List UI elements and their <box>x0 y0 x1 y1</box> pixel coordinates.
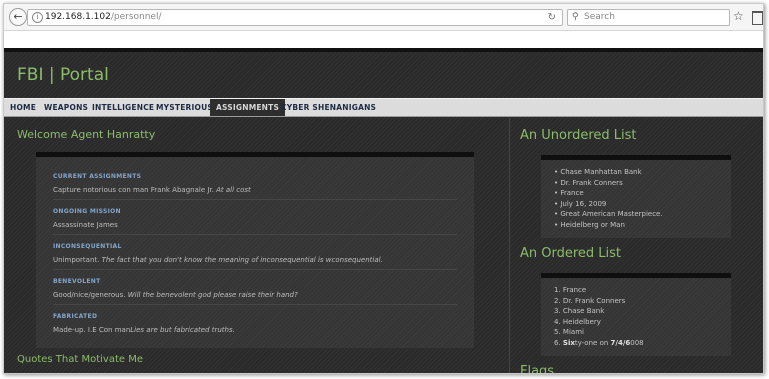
assignment-desc: Good/nice/generous. Will the benevolent … <box>53 291 298 299</box>
list-item: • Heidelberg or Man <box>554 220 625 229</box>
list-item: • July 16, 2009 <box>554 199 607 208</box>
browser-window: ← i 192.168.1.102/personnel/ ↻ ⚲ Search … <box>3 3 764 374</box>
list-item-text: 008 <box>630 338 644 347</box>
unordered-list-box: • Chase Manhattan Bank • Dr. Frank Conne… <box>541 155 731 238</box>
nav-home[interactable]: HOME <box>4 99 42 116</box>
url-text: 192.168.1.102/personnel/ <box>45 10 162 25</box>
assignment-desc-emphasis: Lies are but fabricated truths. <box>130 326 235 334</box>
list-item-text: ty-one <box>574 338 598 347</box>
list-item: 4. Heidelbery <box>554 318 601 326</box>
list-item-text: Heidelberg or Man <box>560 220 625 229</box>
list-marker: 5. <box>554 328 561 336</box>
assignment-term: INCONSEQUENTIAL <box>53 243 122 250</box>
assignment-desc: Assassinate James <box>53 221 118 229</box>
list-item: 3. Chase Bank <box>554 307 604 315</box>
list-item: • Great American Masterpiece. <box>554 210 663 218</box>
list-item-text: Chase Bank <box>562 307 605 315</box>
ordered-list-box: 1. France 2. Dr. Frank Conners 3. Chase … <box>541 273 731 356</box>
list-item-text: Miami <box>562 328 584 336</box>
site-top-border <box>4 48 763 52</box>
bookmark-star-icon[interactable]: ☆ <box>733 9 744 23</box>
search-icon: ⚲ <box>572 12 579 22</box>
list-item-text: on <box>597 338 611 347</box>
assignment-desc: Made-up. I.E Con manLies are but fabrica… <box>53 326 235 334</box>
info-icon[interactable]: i <box>32 12 43 23</box>
back-arrow-icon[interactable]: ← <box>9 8 27 26</box>
nav-mysterious[interactable]: MYSTERIOUS <box>150 99 219 116</box>
assignment-desc-emphasis: The fact that you don't know the meaning… <box>101 256 383 264</box>
list-marker: 3. <box>554 307 561 315</box>
assignment-desc: Capture notorious con man Frank Abagnale… <box>53 186 251 194</box>
main-nav: HOME WEAPONS INTELLIGENCE MYSTERIOUS ASS… <box>4 98 763 117</box>
list-item: • France <box>554 189 584 197</box>
url-bar[interactable]: i 192.168.1.102/personnel/ ↻ <box>27 9 563 26</box>
list-item-bold: Six <box>562 338 575 347</box>
welcome-heading: Welcome Agent Hanratty <box>17 128 156 141</box>
list-item-text: Dr. Frank Conners <box>560 178 623 187</box>
list-item-bold: 7/4/6 <box>610 338 631 347</box>
unordered-list-heading: An Unordered List <box>520 128 637 143</box>
list-item: 2. Dr. Frank Conners <box>554 297 625 305</box>
list-item-text: Heidelbery <box>562 317 601 326</box>
browser-spacer <box>4 31 763 48</box>
list-item: • Dr. Frank Conners <box>554 178 623 187</box>
list-marker: 4. <box>554 317 561 326</box>
assignment-desc-text: Capture notorious con man Frank Abagnale… <box>53 186 217 194</box>
reload-icon[interactable]: ↻ <box>548 10 556 25</box>
assignment-desc-text: Unimportant. <box>53 256 102 264</box>
assignment-term: CURRENT ASSIGNMENTS <box>53 173 142 180</box>
library-icon[interactable] <box>752 11 763 25</box>
list-item: 6. Sixty-one on 7/4/6008 <box>554 339 644 347</box>
sidebar-divider <box>509 118 510 373</box>
assignment-desc-text: Good/nice/generous. <box>53 291 128 299</box>
assignment-term: BENEVOLENT <box>53 278 101 285</box>
browser-toolbar: ← i 192.168.1.102/personnel/ ↻ ⚲ Search … <box>4 4 763 31</box>
list-item-text: France <box>560 189 584 197</box>
site-body: FBI | Portal HOME WEAPONS INTELLIGENCE M… <box>4 48 763 373</box>
nav-cyber-shenanigans[interactable]: CYBER SHENANIGANS <box>275 99 382 116</box>
nav-assignments[interactable]: ASSIGNMENTS <box>210 99 286 116</box>
list-item-text: Chase Manhattan Bank <box>560 168 642 176</box>
search-input[interactable]: ⚲ Search <box>567 9 730 26</box>
list-item-text: July 16, 2009 <box>560 199 607 208</box>
quotes-heading: Quotes That Motivate Me <box>17 354 143 365</box>
site-title: FBI | Portal <box>17 65 109 85</box>
assignment-desc-emphasis: Will the benevolent god please raise the… <box>127 291 298 299</box>
divider <box>53 304 457 305</box>
list-item: 1. France <box>554 286 586 294</box>
assignment-desc: Unimportant. The fact that you don't kno… <box>53 256 383 264</box>
assignment-desc-emphasis: At all cost <box>216 186 251 194</box>
assignment-term: FABRICATED <box>53 313 98 320</box>
list-item-text: Great American Masterpiece. <box>560 210 663 218</box>
list-item: • Chase Manhattan Bank <box>554 168 642 176</box>
assignment-desc-text: Made-up. I.E Con man <box>53 326 131 334</box>
assignment-term: ONGOING MISSION <box>53 208 121 215</box>
divider <box>53 234 457 235</box>
url-host: 192.168.1.102 <box>45 12 111 22</box>
list-item-text: France <box>562 286 587 294</box>
list-item-text: Dr. Frank Conners <box>562 296 626 305</box>
assignment-desc-text: Assassinate James <box>53 221 118 229</box>
assignments-panel: CURRENT ASSIGNMENTS Capture notorious co… <box>36 152 474 348</box>
url-path: /personnel/ <box>110 12 162 22</box>
divider <box>53 199 457 200</box>
flags-heading: Flags <box>520 364 555 374</box>
list-item: 5. Miami <box>554 328 584 336</box>
list-marker: 6. <box>554 338 561 347</box>
list-marker: 2. <box>554 296 561 305</box>
ordered-list-heading: An Ordered List <box>520 246 622 261</box>
list-marker: 1. <box>554 286 561 294</box>
divider <box>53 269 457 270</box>
search-placeholder: Search <box>584 12 615 22</box>
